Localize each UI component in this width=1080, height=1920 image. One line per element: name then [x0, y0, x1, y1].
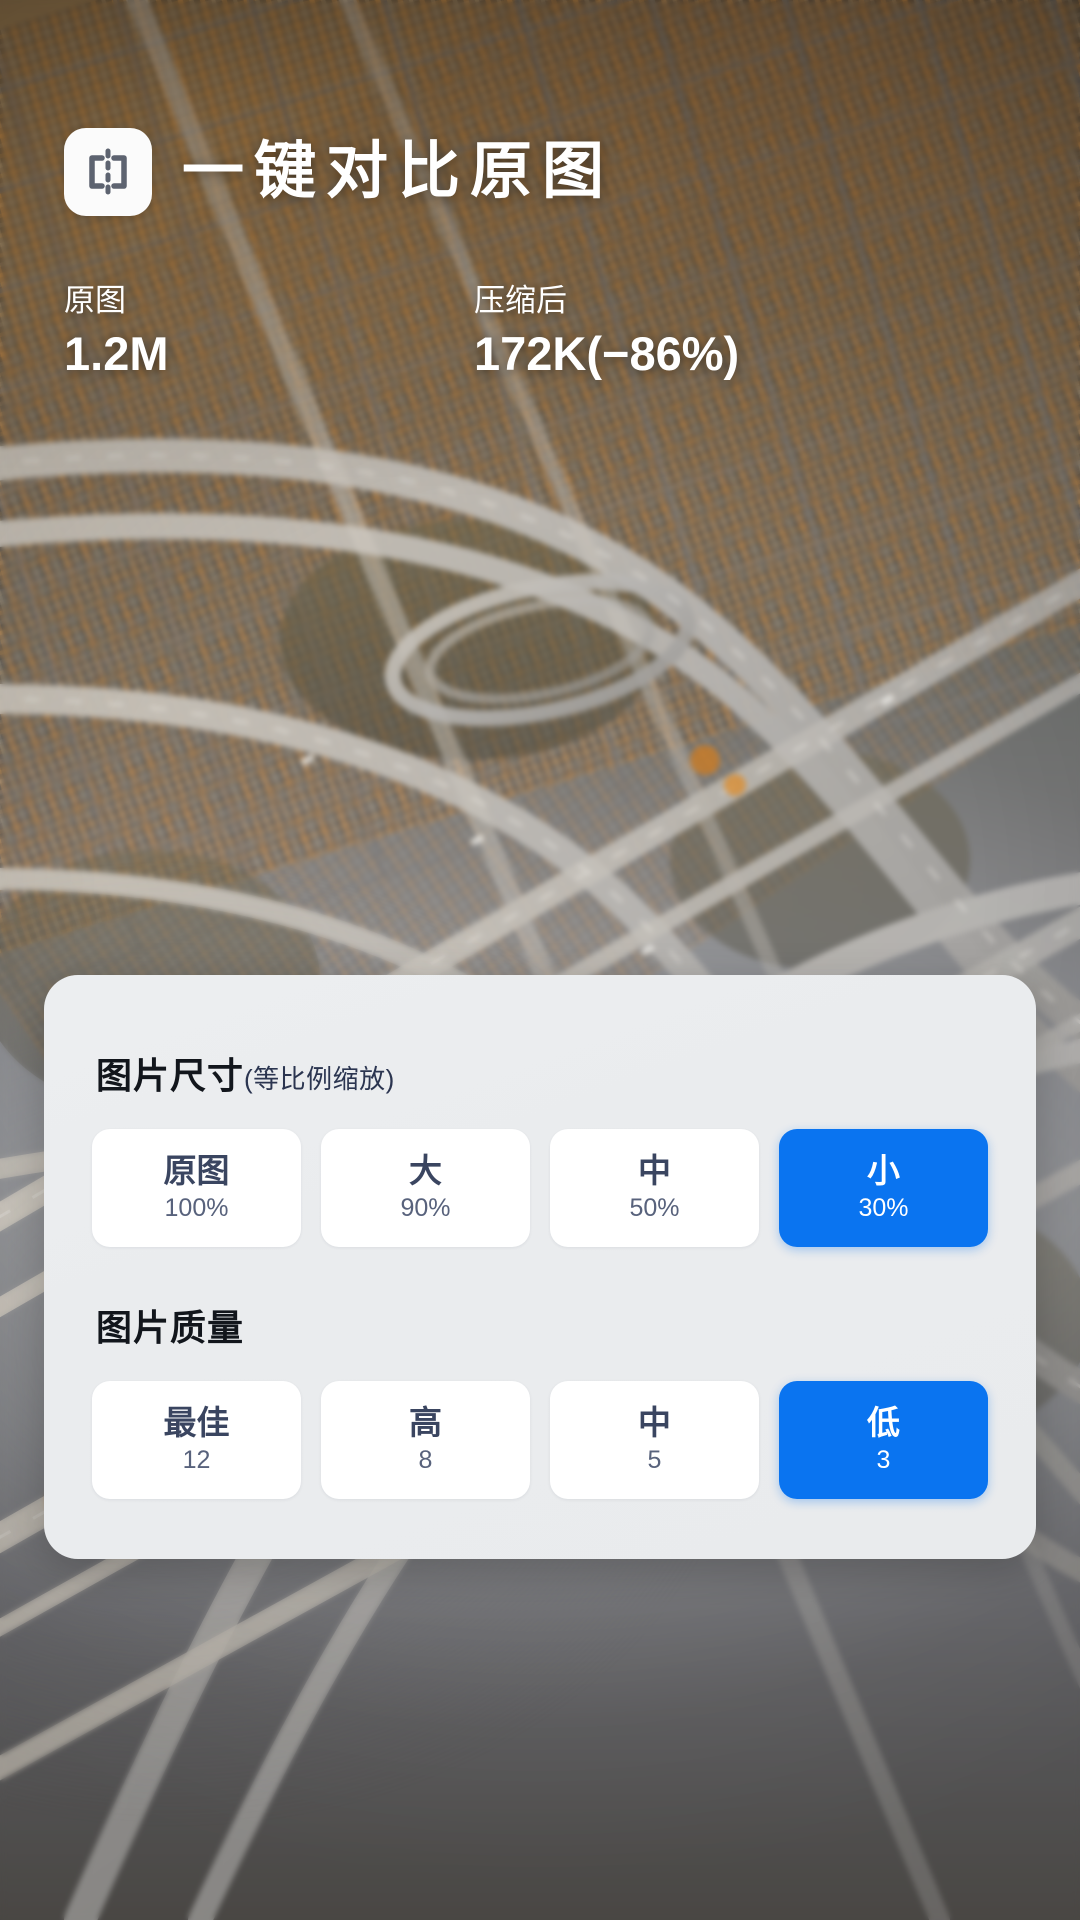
quality-option-medium[interactable]: 中 5: [550, 1381, 759, 1499]
size-option-original-value: 100%: [164, 1194, 229, 1223]
size-option-large-label: 大: [409, 1152, 442, 1190]
size-option-original[interactable]: 原图 100%: [92, 1129, 301, 1247]
size-option-large-value: 90%: [400, 1194, 451, 1223]
image-quality-option-row: 最佳 12 高 8 中 5 低 3: [92, 1381, 988, 1499]
section-image-quality: 图片质量 最佳 12 高 8 中 5 低 3: [92, 1299, 988, 1499]
page-title: 一键对比原图: [182, 137, 615, 206]
size-option-medium-value: 50%: [629, 1194, 680, 1223]
section-image-quality-title: 图片质量: [96, 1307, 245, 1348]
section-image-size-heading: 图片尺寸 (等比例缩放): [96, 1047, 988, 1099]
section-image-size-title: 图片尺寸: [96, 1055, 245, 1096]
size-option-medium[interactable]: 中 50%: [550, 1129, 759, 1247]
stat-compressed-label: 压缩后: [474, 283, 567, 318]
stat-compressed: 压缩后 172K(−86%): [474, 282, 739, 383]
quality-option-high-label: 高: [409, 1404, 442, 1442]
compare-split-icon: [64, 128, 152, 216]
size-option-original-label: 原图: [163, 1152, 230, 1190]
title-row: 一键对比原图: [64, 128, 1016, 216]
section-image-size-note: (等比例缩放): [244, 1064, 395, 1094]
stat-original-label: 原图: [64, 283, 126, 318]
stat-original-value: 1.2M: [64, 326, 169, 380]
size-comparison-stats: 原图 1.2M 压缩后 172K(−86%): [64, 282, 1016, 383]
size-option-medium-label: 中: [638, 1152, 671, 1190]
section-image-size: 图片尺寸 (等比例缩放) 原图 100% 大 90% 中 50% 小 30%: [92, 1047, 988, 1247]
quality-option-best-label: 最佳: [163, 1404, 230, 1442]
header-overlay: 一键对比原图: [0, 0, 1080, 216]
quality-option-low-label: 低: [867, 1404, 900, 1442]
size-option-large[interactable]: 大 90%: [321, 1129, 530, 1247]
quality-option-low-value: 3: [876, 1446, 891, 1475]
settings-card: 图片尺寸 (等比例缩放) 原图 100% 大 90% 中 50% 小 30% 图…: [44, 975, 1036, 1559]
size-option-small[interactable]: 小 30%: [779, 1129, 988, 1247]
quality-option-medium-label: 中: [638, 1404, 671, 1442]
quality-option-low[interactable]: 低 3: [779, 1381, 988, 1499]
image-size-option-row: 原图 100% 大 90% 中 50% 小 30%: [92, 1129, 988, 1247]
quality-option-high-value: 8: [418, 1446, 433, 1475]
section-image-quality-heading: 图片质量: [96, 1299, 988, 1351]
quality-option-best[interactable]: 最佳 12: [92, 1381, 301, 1499]
quality-option-medium-value: 5: [647, 1446, 662, 1475]
stat-compressed-value: 172K(−86%): [474, 326, 740, 380]
size-option-small-value: 30%: [858, 1194, 909, 1223]
phone-screen: 一键对比原图 原图 1.2M 压缩后 172K(−86%) 图片尺寸 (等比例缩…: [0, 0, 1080, 1920]
size-option-small-label: 小: [867, 1152, 900, 1190]
stat-original: 原图 1.2M: [64, 282, 474, 383]
quality-option-best-value: 12: [182, 1446, 211, 1475]
quality-option-high[interactable]: 高 8: [321, 1381, 530, 1499]
